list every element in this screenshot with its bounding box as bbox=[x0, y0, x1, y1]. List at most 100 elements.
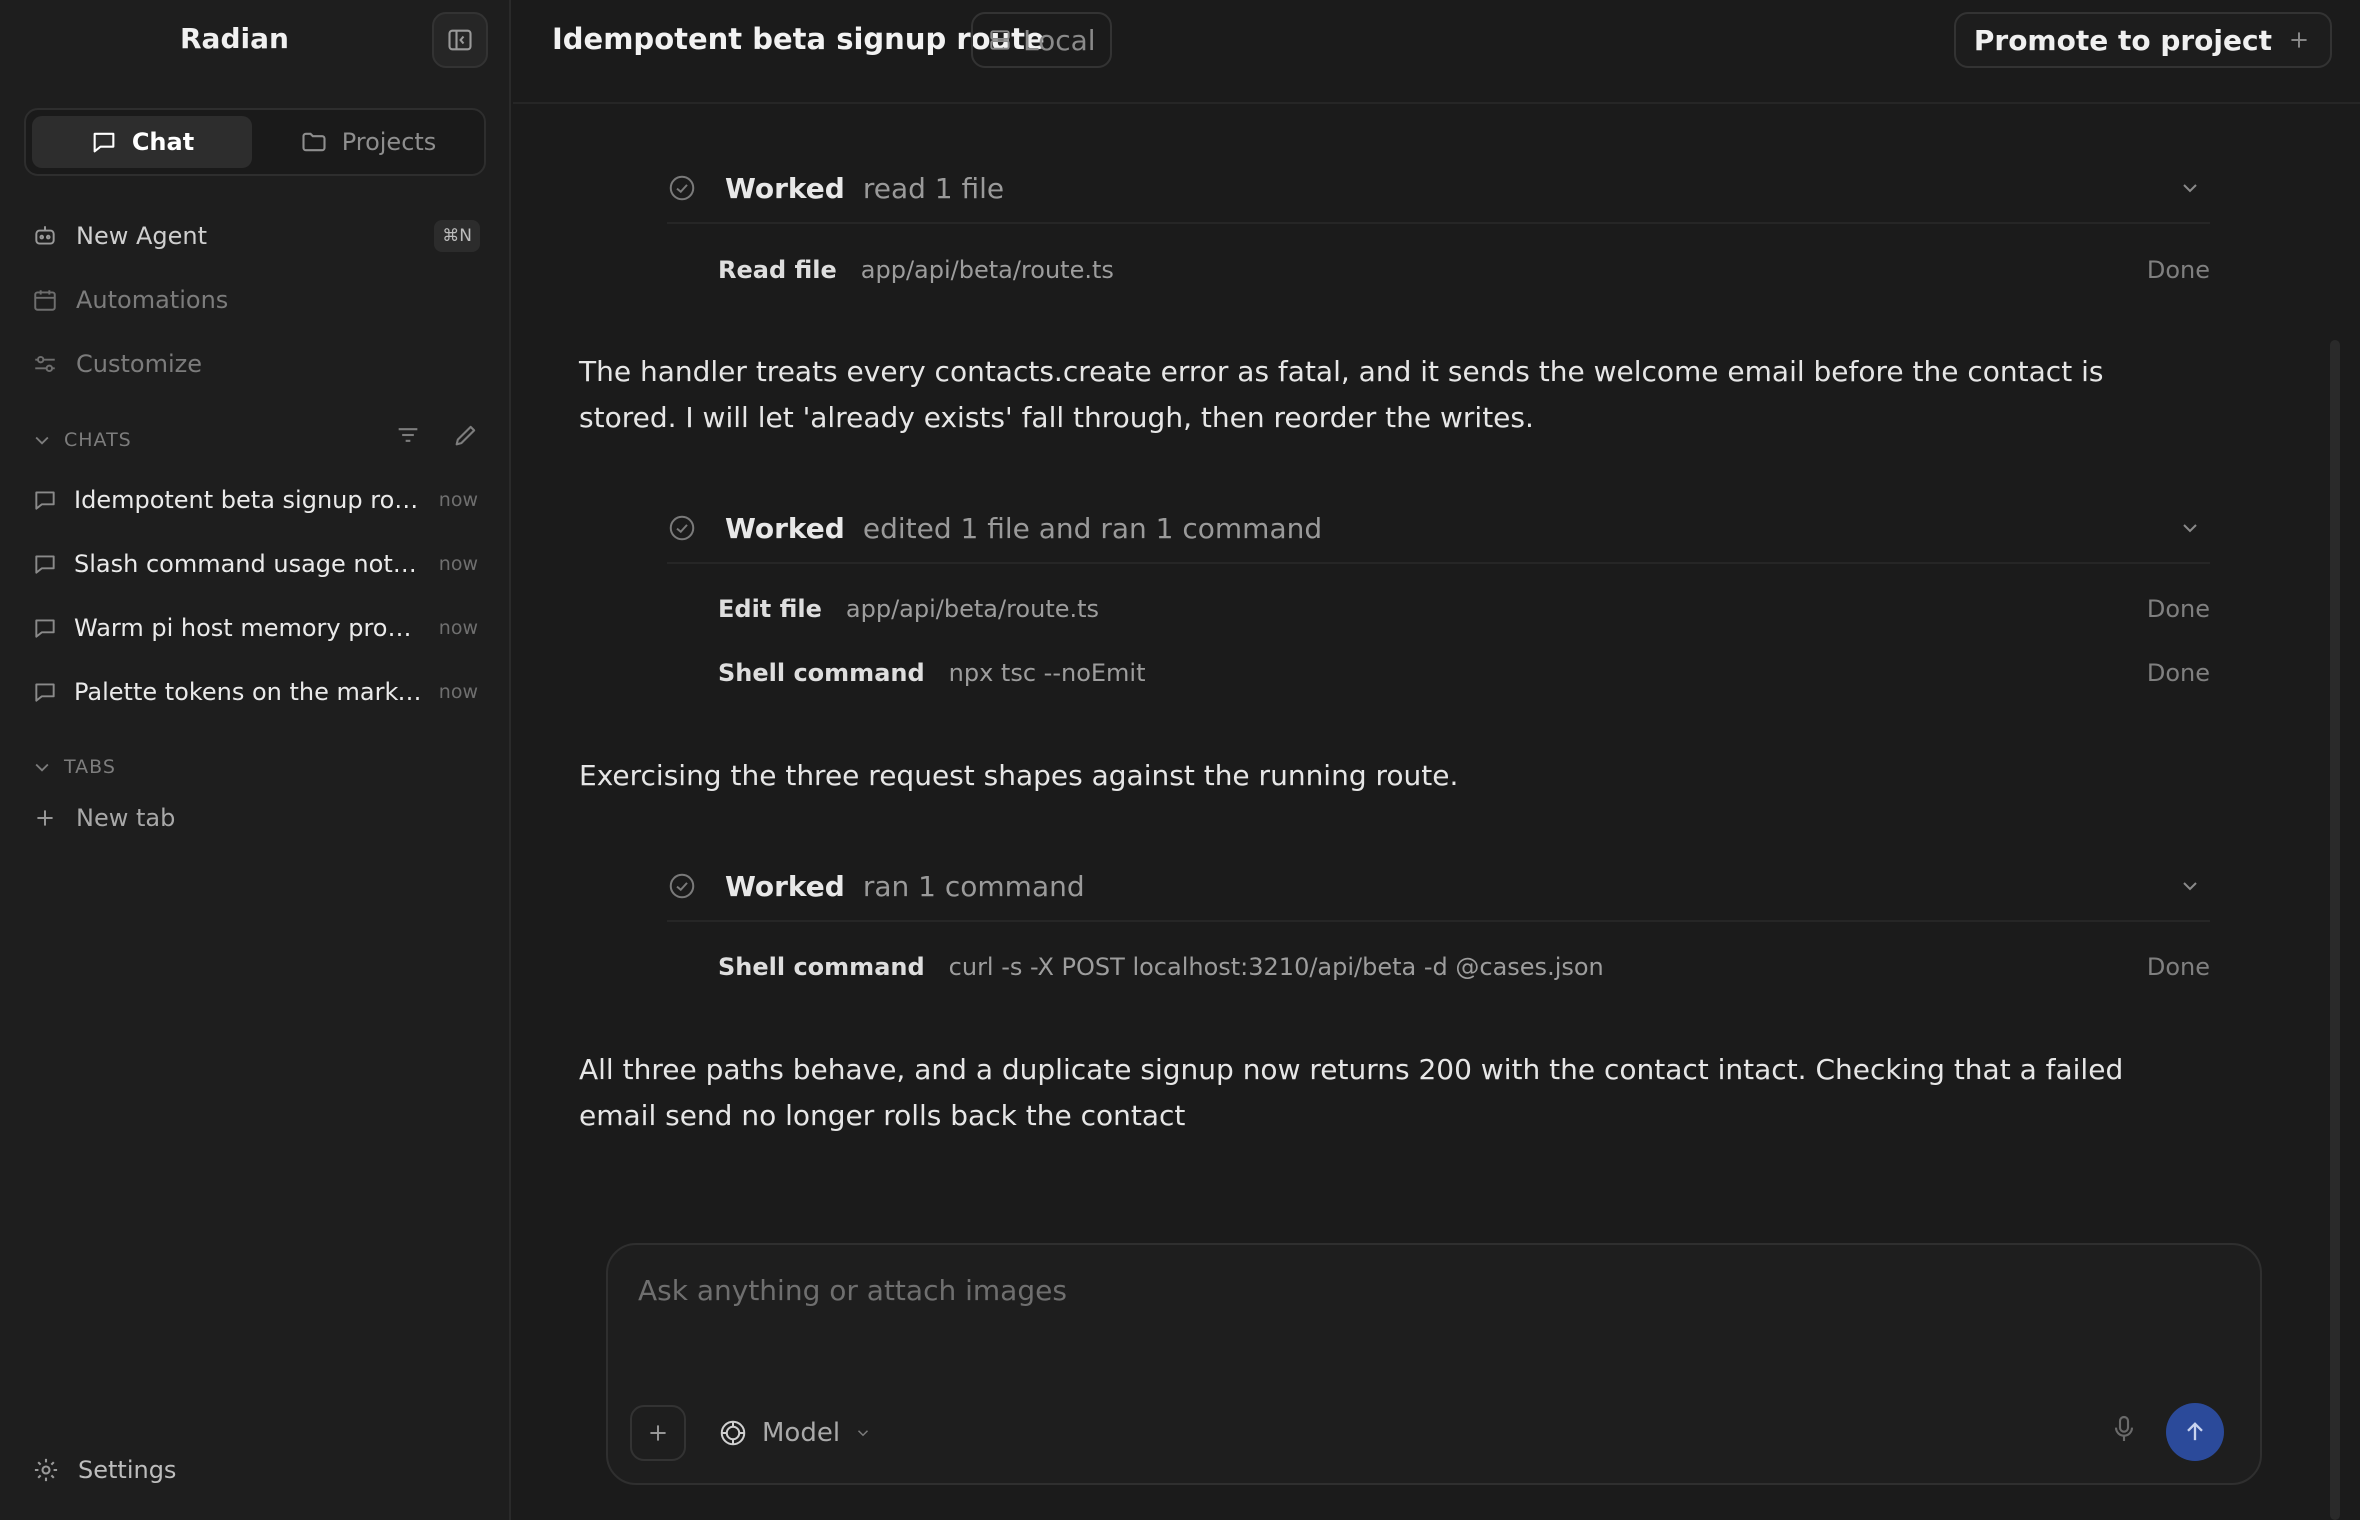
environment-badge[interactable]: Local bbox=[971, 12, 1112, 68]
nav-customize-label: Customize bbox=[76, 350, 202, 378]
new-chat-pencil-icon[interactable] bbox=[452, 421, 480, 449]
new-tab-label: New tab bbox=[76, 804, 176, 832]
work-step: Shell command npx tsc --noEmit Done bbox=[718, 653, 2210, 693]
promote-to-project-button[interactable]: Promote to project bbox=[1953, 12, 2332, 68]
step-argument: curl -s -X POST localhost:3210/api/beta … bbox=[948, 953, 1604, 981]
chat-item[interactable]: Idempotent beta signup route now bbox=[32, 480, 478, 520]
chevron-down-icon bbox=[2183, 882, 2197, 891]
chat-bubble-icon bbox=[93, 132, 115, 153]
step-kind: Edit file bbox=[718, 595, 822, 623]
chat-item-time: now bbox=[438, 489, 478, 511]
check-circle-icon bbox=[669, 873, 695, 899]
chat-item-time: now bbox=[438, 681, 478, 703]
collapse-sidebar-button[interactable] bbox=[432, 12, 488, 68]
chat-item[interactable]: Palette tokens on the marketing page now bbox=[32, 672, 478, 712]
send-button[interactable] bbox=[2166, 1403, 2224, 1461]
main-panel: Idempotent beta signup route Local Promo… bbox=[513, 0, 2360, 1520]
plus-icon bbox=[2291, 32, 2307, 48]
new-agent-shortcut: ⌘N bbox=[434, 220, 480, 252]
gear-icon bbox=[34, 1458, 58, 1482]
top-bar: Idempotent beta signup route Local Promo… bbox=[513, 0, 2360, 104]
chat-item[interactable]: Warm pi host memory profile now bbox=[32, 608, 478, 648]
work-group-detail: read 1 file bbox=[862, 171, 1005, 205]
work-group-header[interactable]: Worked ran 1 command bbox=[667, 852, 2210, 922]
settings-label: Settings bbox=[78, 1456, 177, 1484]
prompt-input[interactable] bbox=[638, 1267, 2038, 1313]
step-status: Done bbox=[2146, 953, 2210, 981]
chat-bubble-icon bbox=[35, 555, 55, 574]
plus-icon bbox=[37, 810, 53, 826]
new-tab-button[interactable]: New tab bbox=[32, 798, 480, 838]
arrow-up-icon bbox=[2187, 1422, 2203, 1441]
chevron-down-icon bbox=[35, 436, 49, 445]
view-switcher: Chat Projects bbox=[24, 108, 486, 176]
work-step: Read file app/api/beta/route.ts Done bbox=[718, 250, 2210, 290]
segment-projects[interactable]: Projects bbox=[258, 116, 478, 168]
composer: Model bbox=[606, 1243, 2262, 1485]
scrollbar[interactable] bbox=[2330, 340, 2340, 1520]
step-kind: Read file bbox=[718, 256, 837, 284]
chat-item[interactable]: Slash command usage notices now bbox=[32, 544, 478, 584]
attach-button[interactable] bbox=[630, 1405, 686, 1461]
step-status: Done bbox=[2146, 595, 2210, 623]
model-label: Model bbox=[762, 1418, 841, 1448]
step-kind: Shell command bbox=[718, 953, 925, 981]
chat-bubble-icon bbox=[35, 619, 55, 638]
chat-item-time: now bbox=[438, 553, 478, 575]
assistant-message: Exercising the three request shapes agai… bbox=[579, 759, 1459, 792]
step-argument: npx tsc --noEmit bbox=[948, 659, 1146, 687]
nav-customize[interactable]: Customize bbox=[32, 344, 480, 384]
work-step: Edit file app/api/beta/route.ts Done bbox=[718, 589, 2210, 629]
segment-chat[interactable]: Chat bbox=[32, 116, 252, 168]
filter-icon[interactable] bbox=[394, 421, 422, 449]
work-group-header[interactable]: Worked read 1 file bbox=[667, 154, 2210, 224]
work-group-label: Worked bbox=[725, 511, 845, 545]
model-logo-icon bbox=[720, 1420, 746, 1446]
folder-icon bbox=[302, 132, 326, 152]
chat-item-label: Warm pi host memory profile bbox=[74, 614, 423, 642]
step-argument: app/api/beta/route.ts bbox=[845, 595, 1100, 623]
chevron-down-icon bbox=[2183, 524, 2197, 533]
assistant-message: The handler treats every contacts.create… bbox=[579, 355, 2104, 434]
agent-icon bbox=[35, 226, 55, 245]
sidebar-toggle-icon bbox=[448, 29, 472, 51]
nav-automations[interactable]: Automations bbox=[32, 280, 480, 320]
work-group-header[interactable]: Worked edited 1 file and ran 1 command bbox=[667, 494, 2210, 564]
work-group-detail: edited 1 file and ran 1 command bbox=[862, 511, 1323, 545]
environment-label: Local bbox=[1023, 23, 1096, 57]
work-group-label: Worked bbox=[725, 171, 845, 205]
work-step: Shell command curl -s -X POST localhost:… bbox=[718, 947, 2210, 987]
nav-automations-label: Automations bbox=[76, 286, 229, 314]
chat-item-time: now bbox=[438, 617, 478, 639]
server-icon bbox=[990, 30, 1010, 50]
chevron-down-icon bbox=[858, 1430, 869, 1437]
chat-bubble-icon bbox=[35, 683, 55, 702]
chat-item-label: Palette tokens on the marketing page bbox=[74, 678, 423, 706]
nav-new-agent[interactable]: New Agent ⌘N bbox=[32, 216, 480, 256]
step-status: Done bbox=[2146, 659, 2210, 687]
assistant-message: All three paths behave, and a duplicate … bbox=[579, 1053, 2124, 1132]
microphone-icon[interactable] bbox=[2108, 1413, 2140, 1445]
chat-item-label: Idempotent beta signup route bbox=[74, 486, 423, 514]
segment-chat-label: Chat bbox=[131, 128, 195, 156]
sliders-icon bbox=[35, 355, 55, 373]
chat-bubble-icon bbox=[35, 491, 55, 510]
settings-button[interactable]: Settings bbox=[32, 1456, 176, 1484]
step-status: Done bbox=[2146, 256, 2210, 284]
tabs-section-header[interactable]: TABS bbox=[32, 752, 480, 782]
model-selector[interactable]: Model bbox=[718, 1411, 872, 1455]
check-circle-icon bbox=[669, 515, 695, 541]
chats-section-header[interactable]: CHATS bbox=[32, 425, 480, 455]
chats-heading: CHATS bbox=[64, 429, 132, 451]
chevron-down-icon bbox=[2183, 184, 2197, 193]
step-kind: Shell command bbox=[718, 659, 925, 687]
chevron-down-icon bbox=[35, 763, 49, 772]
nav-new-agent-label: New Agent bbox=[76, 222, 208, 250]
work-group-label: Worked bbox=[725, 869, 845, 903]
plus-icon bbox=[650, 1425, 666, 1441]
promote-label: Promote to project bbox=[1973, 23, 2272, 57]
work-group-detail: ran 1 command bbox=[862, 869, 1085, 903]
calendar-clock-icon bbox=[34, 290, 56, 311]
app-name: Radian bbox=[180, 22, 289, 55]
sidebar: Radian Chat Projects New Agent ⌘N Automa… bbox=[0, 0, 511, 1520]
